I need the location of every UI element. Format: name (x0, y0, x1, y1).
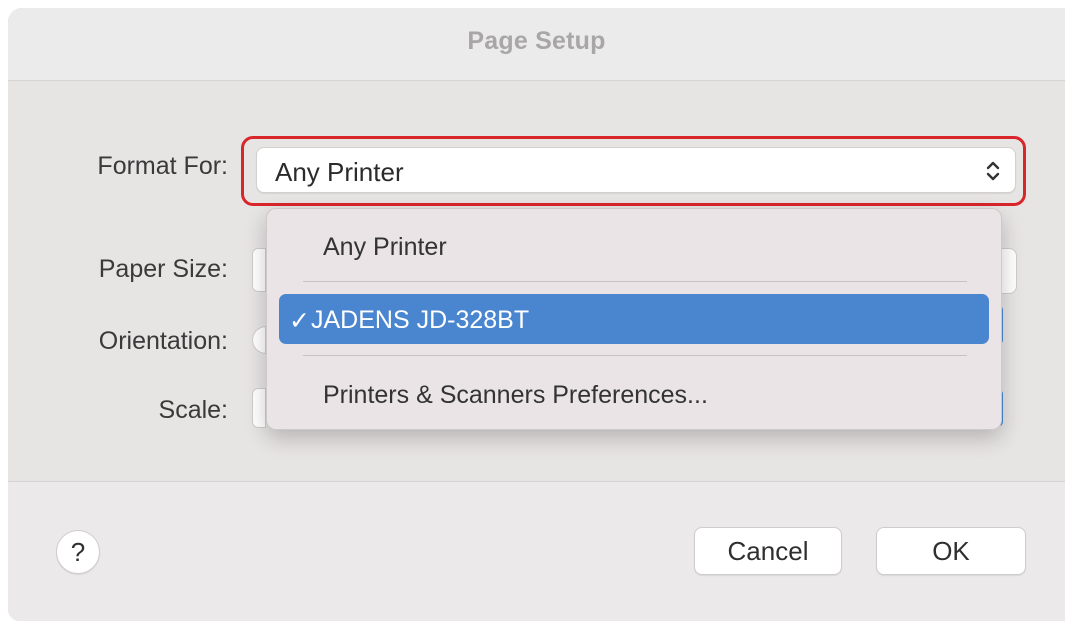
menu-item-label: Printers & Scanners Preferences... (323, 381, 708, 409)
cancel-button[interactable]: Cancel (694, 527, 842, 575)
format-for-menu: Any Printer ✓ JADENS JD-328BT Printers &… (266, 208, 1002, 430)
dialog-title: Page Setup (467, 27, 606, 55)
help-button[interactable]: ? (56, 530, 100, 574)
menu-separator (303, 355, 967, 356)
format-for-label: Format For: (97, 152, 228, 180)
menu-item-jadens-jd-328bt[interactable]: ✓ JADENS JD-328BT (279, 294, 989, 344)
title-bar: Page Setup (8, 8, 1065, 81)
menu-item-printers-scanners-preferences[interactable]: Printers & Scanners Preferences... (279, 369, 989, 419)
orientation-label: Orientation: (98, 327, 228, 355)
paper-size-popup[interactable] (252, 248, 266, 292)
menu-item-any-printer[interactable]: Any Printer (279, 221, 989, 271)
format-for-highlight (241, 136, 1026, 206)
paper-size-label: Paper Size: (98, 255, 228, 283)
ok-button[interactable]: OK (876, 527, 1026, 575)
menu-item-label: Any Printer (323, 233, 447, 261)
scale-field[interactable] (252, 388, 266, 428)
scale-label: Scale: (158, 396, 228, 424)
menu-separator (303, 281, 967, 282)
checkmark-icon: ✓ (289, 307, 310, 335)
menu-item-label: JADENS JD-328BT (311, 306, 530, 334)
